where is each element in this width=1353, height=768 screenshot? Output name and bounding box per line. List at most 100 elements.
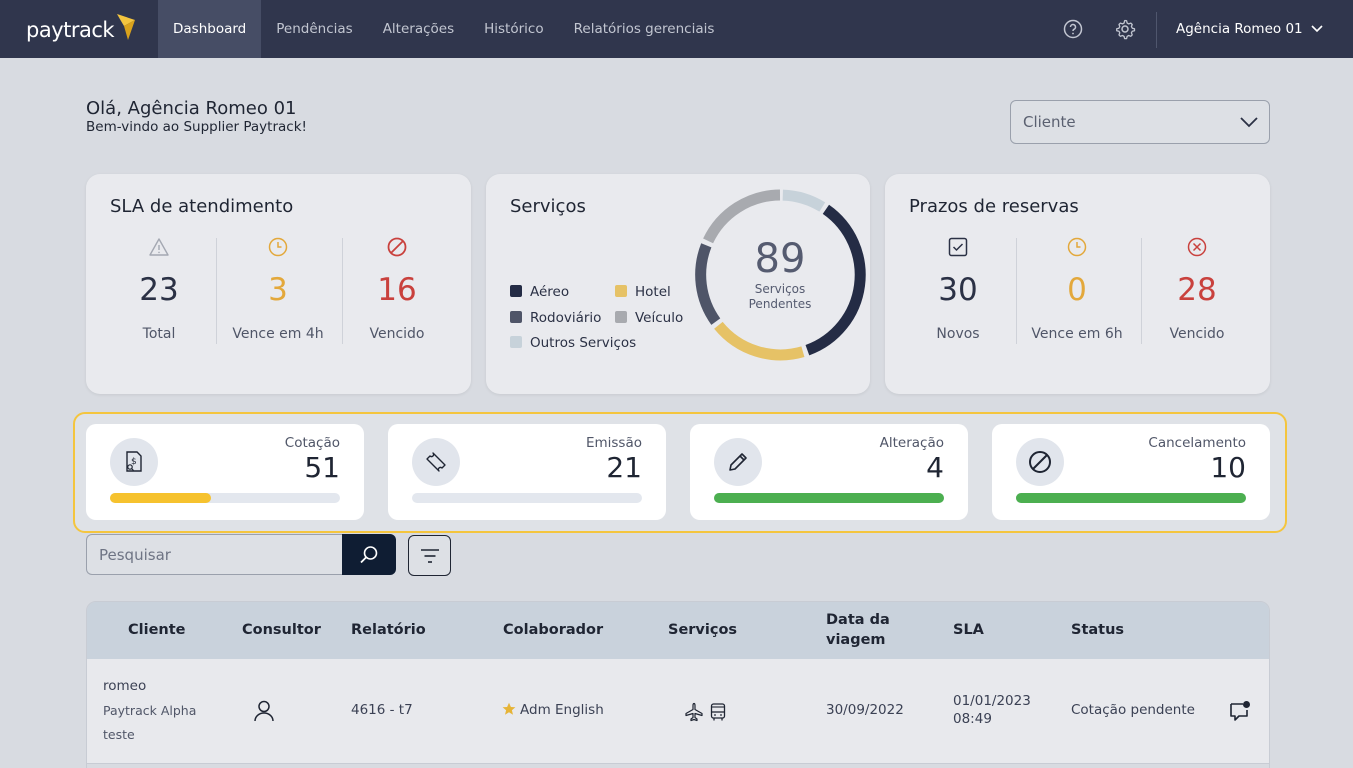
- search-input[interactable]: [86, 534, 344, 575]
- type-label-cancelamento: Cancelamento: [1148, 435, 1246, 451]
- filter-button[interactable]: [408, 535, 451, 576]
- donut-segment-veiculo: [703, 189, 781, 244]
- bus-icon: [710, 703, 726, 721]
- donut-segment-hotel: [714, 321, 805, 361]
- sla-expired-value: 16: [377, 272, 417, 308]
- cell-trip-date: 30/09/2022: [826, 702, 904, 718]
- search-icon: [360, 545, 378, 563]
- type-card-alteracao[interactable]: Alteração 4: [690, 424, 968, 520]
- column-header-cliente[interactable]: Cliente: [128, 620, 186, 640]
- sla-total-value: 23: [139, 272, 179, 308]
- legend-item-outros: Outros Serviços: [510, 335, 636, 351]
- column-header-status[interactable]: Status: [1071, 620, 1124, 640]
- clock-icon: [1067, 237, 1087, 257]
- deadlines-stat-new[interactable]: 30 Novos: [897, 236, 1019, 346]
- pencil-icon: [714, 438, 762, 486]
- deadlines-due-value: 0: [1067, 272, 1087, 308]
- sla-total-label: Total: [142, 326, 176, 342]
- sla-due-label: Vence em 4h: [232, 326, 324, 342]
- table-header: Cliente Consultor Relatório Colaborador …: [87, 602, 1269, 659]
- clock-icon: [268, 237, 288, 257]
- legend-item-aereo: Aéreo: [510, 284, 569, 300]
- sla-stat-total[interactable]: 23 Total: [98, 236, 220, 346]
- greeting-subtitle: Bem-vindo ao Supplier Paytrack!: [86, 119, 307, 135]
- user-icon[interactable]: [253, 699, 275, 723]
- checkbox-icon: [948, 237, 968, 257]
- greeting-title: Olá, Agência Romeo 01: [86, 98, 297, 119]
- legend-item-hotel: Hotel: [615, 284, 671, 300]
- progress-bar-alteracao: [714, 493, 944, 503]
- gear-icon[interactable]: [1114, 18, 1136, 40]
- nav-item-relatorios[interactable]: Relatórios gerenciais: [559, 0, 730, 58]
- sla-stat-due-4h[interactable]: 3 Vence em 4h: [217, 236, 339, 346]
- type-card-emissao[interactable]: Emissão 21: [388, 424, 666, 520]
- column-header-relatorio[interactable]: Relatório: [351, 620, 426, 640]
- prohibited-icon: [387, 237, 407, 257]
- cell-client: romeo: [103, 678, 147, 694]
- client-select[interactable]: Cliente: [1010, 100, 1270, 144]
- type-card-cotacao[interactable]: $ Cotação 51: [86, 424, 364, 520]
- column-header-colaborador[interactable]: Colaborador: [503, 620, 603, 640]
- deadlines-stat-expired[interactable]: 28 Vencido: [1136, 236, 1258, 346]
- requests-table: Cliente Consultor Relatório Colaborador …: [86, 601, 1270, 768]
- cell-client-company: Paytrack Alpha: [103, 703, 197, 718]
- type-label-cotacao: Cotação: [284, 435, 340, 451]
- type-card-cancelamento[interactable]: Cancelamento 10: [992, 424, 1270, 520]
- progress-fill-cotacao: [110, 493, 212, 503]
- deadlines-card: Prazos de reservas 30 Novos 0 Vence em 6…: [885, 174, 1270, 394]
- x-circle-icon: [1187, 237, 1207, 257]
- client-select-value: Cliente: [1023, 113, 1076, 131]
- services-total-label: Serviços Pendentes: [748, 282, 812, 311]
- airplane-icon: [685, 702, 703, 722]
- main-nav: Dashboard Pendências Alterações Históric…: [158, 0, 729, 58]
- column-header-consultor[interactable]: Consultor: [242, 620, 321, 640]
- help-icon[interactable]: [1062, 18, 1084, 40]
- progress-fill-alteracao: [714, 493, 944, 503]
- nav-item-alteracoes[interactable]: Alterações: [368, 0, 469, 58]
- table-row[interactable]: romeo Paytrack Alpha teste 4616 - t7 Adm…: [87, 659, 1269, 764]
- navbar-divider: [1156, 12, 1157, 48]
- paytrack-logo[interactable]: paytrack: [26, 14, 137, 46]
- agency-name: Agência Romeo 01: [1176, 21, 1303, 37]
- column-header-servicos[interactable]: Serviços: [668, 620, 737, 640]
- chevron-down-icon: [1240, 117, 1258, 128]
- progress-bar-emissao: [412, 493, 642, 503]
- chat-notification-icon[interactable]: [1228, 699, 1252, 723]
- sla-card-title: SLA de atendimento: [110, 196, 294, 217]
- warning-icon: [149, 238, 169, 256]
- deadlines-card-title: Prazos de reservas: [909, 196, 1079, 217]
- cell-client-note: teste: [103, 727, 135, 742]
- nav-item-pendencias[interactable]: Pendências: [261, 0, 367, 58]
- column-header-sla[interactable]: SLA: [953, 620, 984, 640]
- deadlines-new-value: 30: [938, 272, 978, 308]
- progress-bar-cotacao: [110, 493, 340, 503]
- progress-fill-cancelamento: [1016, 493, 1246, 503]
- cell-report: 4616 - t7: [351, 702, 413, 718]
- legend-item-veiculo: Veículo: [615, 310, 683, 326]
- cell-collaborator: Adm English: [520, 702, 604, 718]
- search-button[interactable]: [342, 534, 396, 575]
- type-label-alteracao: Alteração: [879, 435, 944, 451]
- legend-item-rodoviario: Rodoviário: [510, 310, 601, 326]
- agency-menu[interactable]: Agência Romeo 01: [1176, 0, 1323, 58]
- donut-segment-outros: [782, 189, 826, 212]
- sla-card: SLA de atendimento 23 Total 3 Vence em 4…: [86, 174, 471, 394]
- column-header-data-viagem[interactable]: Data da viagem: [826, 610, 890, 650]
- caret-down-icon: [1311, 25, 1323, 33]
- progress-bar-cancelamento: [1016, 493, 1246, 503]
- type-label-emissao: Emissão: [585, 435, 642, 451]
- deadlines-stat-due-6h[interactable]: 0 Vence em 6h: [1016, 236, 1138, 346]
- nav-item-dashboard[interactable]: Dashboard: [158, 0, 262, 58]
- sla-stat-expired[interactable]: 16 Vencido: [336, 236, 458, 346]
- deadlines-due-label: Vence em 6h: [1031, 326, 1123, 342]
- nav-item-historico[interactable]: Histórico: [469, 0, 558, 58]
- logo-arrow-icon: [117, 14, 136, 40]
- star-icon: [502, 702, 516, 715]
- cell-status: Cotação pendente: [1071, 702, 1195, 718]
- cell-sla-time: 08:49: [953, 711, 992, 727]
- deadlines-expired-label: Vencido: [1169, 326, 1225, 342]
- deadlines-expired-value: 28: [1177, 272, 1217, 308]
- filter-icon: [420, 548, 439, 563]
- sla-due-value: 3: [268, 272, 288, 308]
- cell-sla-date: 01/01/2023: [953, 693, 1031, 709]
